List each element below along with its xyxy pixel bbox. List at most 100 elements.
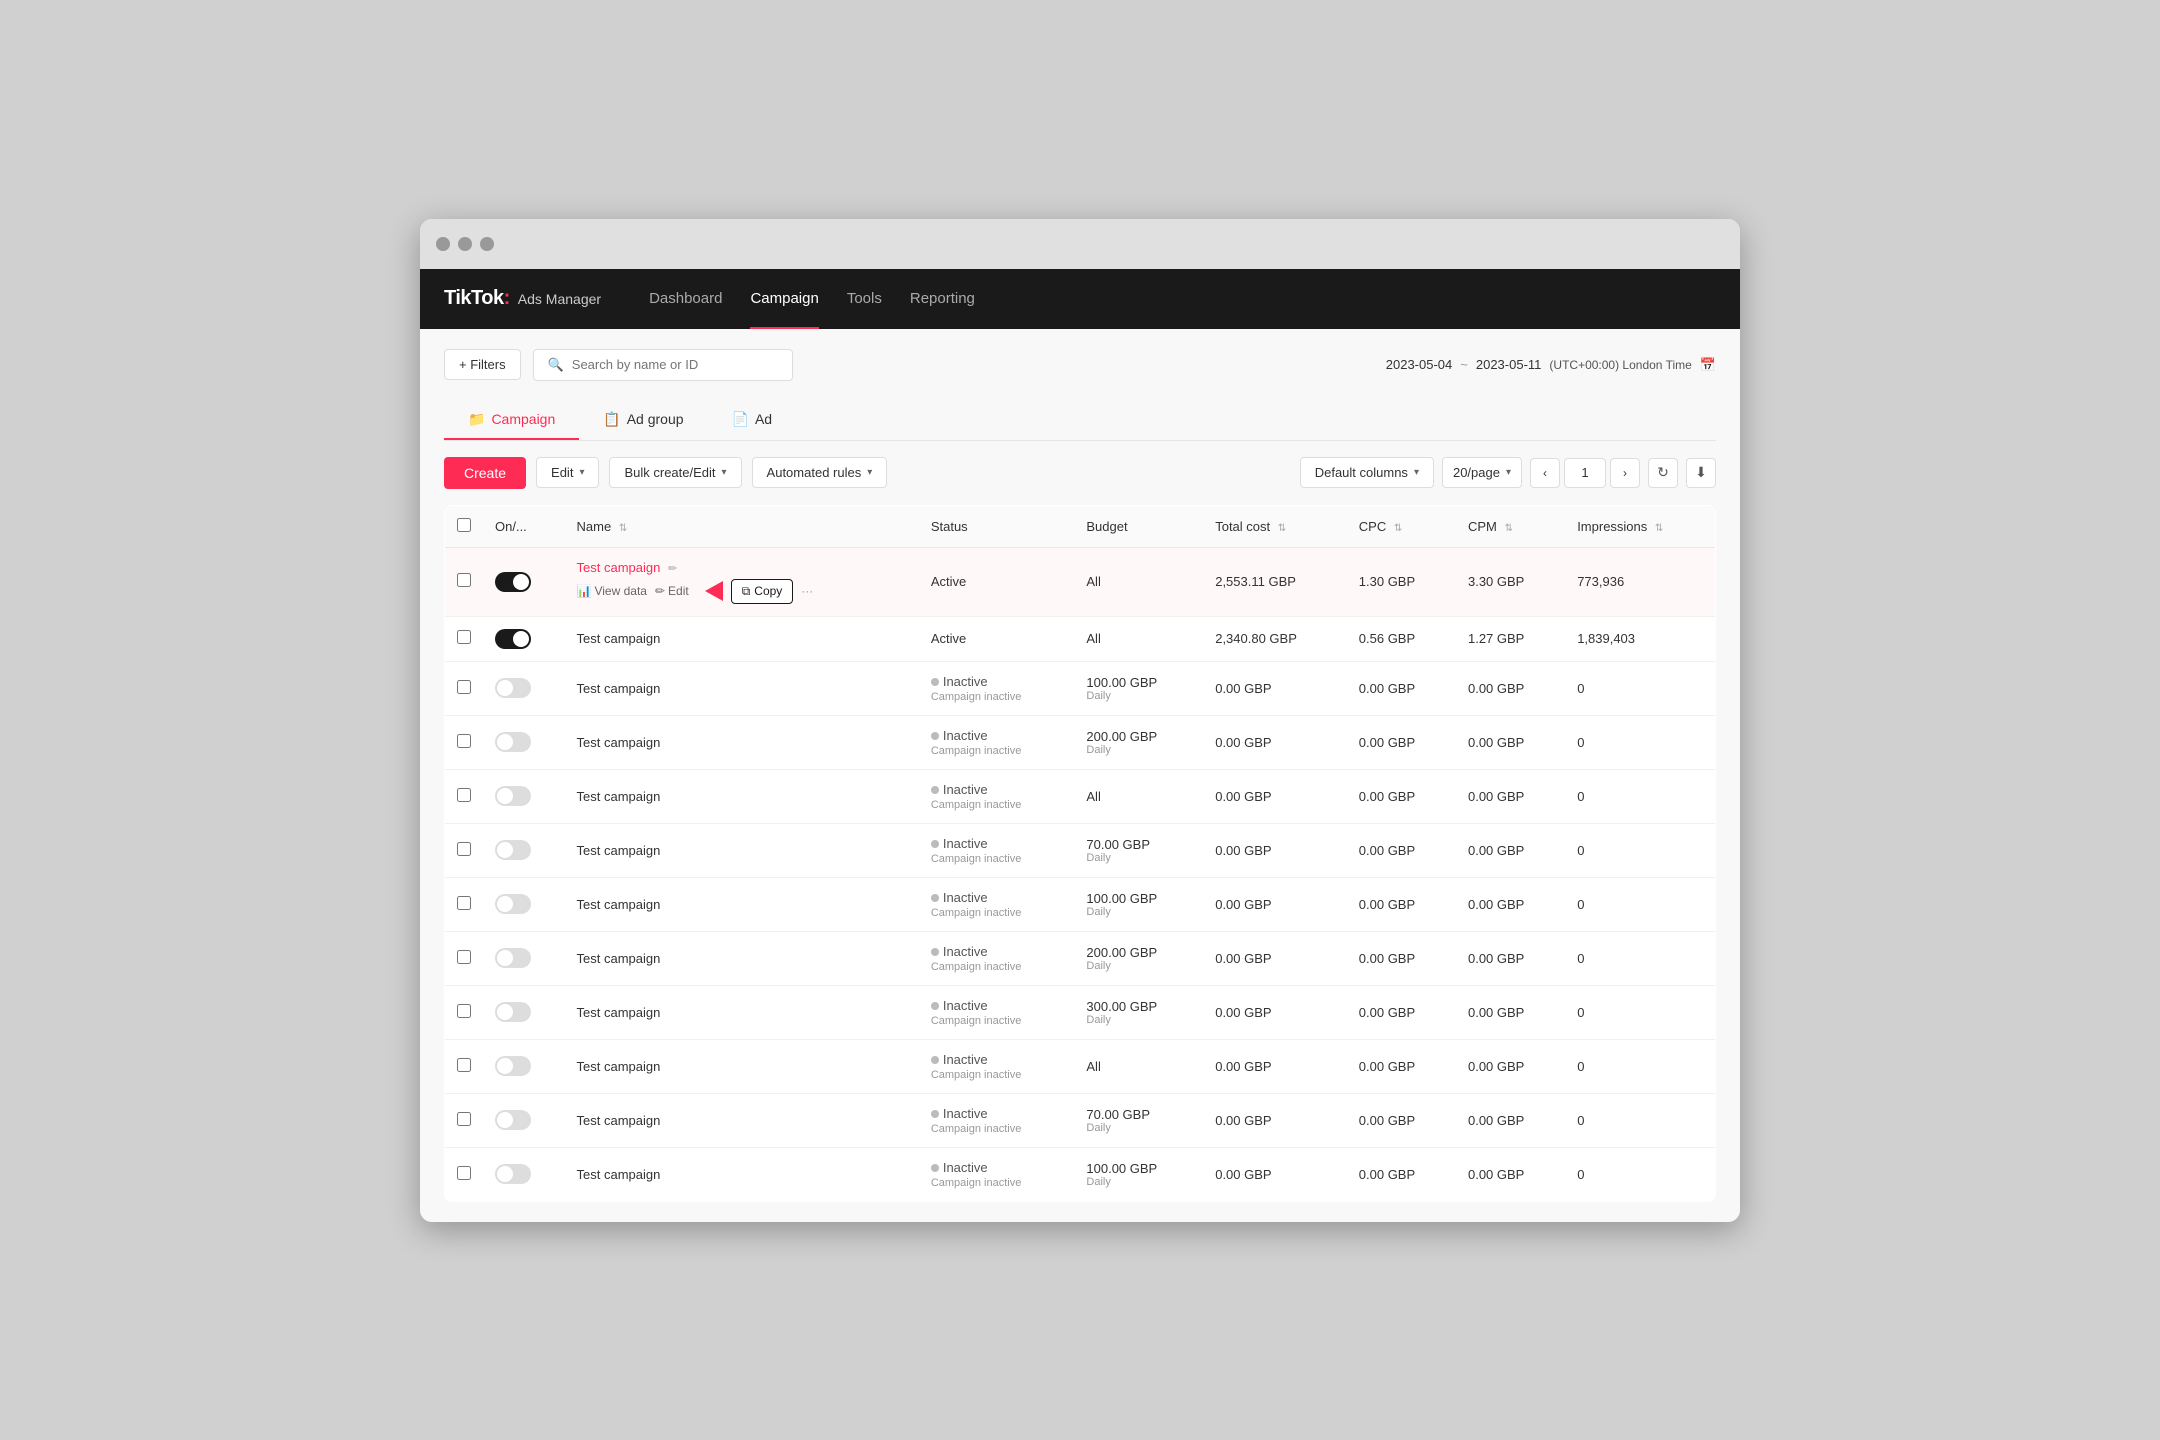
row9-checkbox[interactable] (457, 1004, 471, 1018)
row1-status: Active (931, 574, 966, 589)
prev-page-button[interactable]: ‹ (1530, 458, 1560, 488)
header-status: Status (919, 505, 1075, 547)
filters-button[interactable]: + Filters (444, 349, 521, 380)
search-input[interactable] (572, 357, 778, 372)
row4-checkbox[interactable] (457, 734, 471, 748)
row4-toggle[interactable] (495, 732, 531, 752)
row3-name[interactable]: Test campaign (577, 681, 661, 696)
tab-adgroup[interactable]: 📋 Ad group (579, 401, 707, 440)
row7-checkbox[interactable] (457, 896, 471, 910)
traffic-light-minimize[interactable] (458, 237, 472, 251)
pagination: ‹ 1 › (1530, 458, 1640, 488)
row1-checkbox[interactable] (457, 573, 471, 587)
row1-status-cell: Active (919, 547, 1075, 616)
row3-checkbox[interactable] (457, 680, 471, 694)
row9-name[interactable]: Test campaign (577, 1005, 661, 1020)
table-row: Test campaign InactiveCampaign inactive … (445, 769, 1716, 823)
date-end[interactable]: 2023-05-11 (1476, 357, 1542, 372)
nav-bar: TikTok: Ads Manager Dashboard Campaign T… (420, 269, 1740, 329)
bulk-create-edit-button[interactable]: Bulk create/Edit ▾ (609, 457, 741, 488)
row2-name-cell: Test campaign (565, 616, 919, 661)
row6-name[interactable]: Test campaign (577, 843, 661, 858)
default-columns-button[interactable]: Default columns ▾ (1300, 457, 1434, 488)
date-start[interactable]: 2023-05-04 (1386, 357, 1453, 372)
row2-total-cost: 2,340.80 GBP (1203, 616, 1347, 661)
nav-reporting[interactable]: Reporting (910, 286, 975, 311)
actions-row: Create Edit ▾ Bulk create/Edit ▾ Automat… (444, 457, 1716, 489)
automated-rules-button[interactable]: Automated rules ▾ (752, 457, 888, 488)
row1-edit-name-icon[interactable]: ✏ (668, 563, 677, 575)
row9-toggle[interactable] (495, 1002, 531, 1022)
row1-toggle-cell (483, 547, 565, 616)
table-row: Test campaign InactiveCampaign inactive … (445, 1147, 1716, 1201)
row12-checkbox[interactable] (457, 1166, 471, 1180)
row11-name[interactable]: Test campaign (577, 1113, 661, 1128)
row2-checkbox-cell[interactable] (445, 616, 484, 661)
row6-checkbox[interactable] (457, 842, 471, 856)
row5-toggle[interactable] (495, 786, 531, 806)
header-select-all[interactable] (445, 505, 484, 547)
calendar-icon[interactable]: 📅 (1700, 357, 1716, 373)
row2-cpm: 1.27 GBP (1456, 616, 1565, 661)
nav-campaign[interactable]: Campaign (750, 286, 818, 311)
row8-name[interactable]: Test campaign (577, 951, 661, 966)
bulk-chevron-icon: ▾ (722, 467, 727, 478)
row6-toggle[interactable] (495, 840, 531, 860)
table-row: Test campaign InactiveCampaign inactive … (445, 1093, 1716, 1147)
row5-checkbox[interactable] (457, 788, 471, 802)
header-name[interactable]: Name ⇅ (565, 505, 919, 547)
row8-toggle[interactable] (495, 948, 531, 968)
traffic-light-maximize[interactable] (480, 237, 494, 251)
header-impressions[interactable]: Impressions ⇅ (1565, 505, 1715, 547)
row1-campaign-name[interactable]: Test campaign (577, 560, 661, 575)
row1-checkbox-cell[interactable] (445, 547, 484, 616)
row1-copy-button[interactable]: ⧉ Copy (731, 579, 794, 604)
campaign-tab-icon: 📁 (468, 411, 485, 428)
row1-view-data-link[interactable]: 📊 View data (577, 584, 647, 598)
row1-more-icon[interactable]: ··· (801, 584, 813, 598)
nav-dashboard[interactable]: Dashboard (649, 286, 722, 311)
row4-name[interactable]: Test campaign (577, 735, 661, 750)
row10-toggle[interactable] (495, 1056, 531, 1076)
row2-campaign-name[interactable]: Test campaign (577, 631, 661, 646)
row3-toggle[interactable] (495, 678, 531, 698)
table-row: Test campaign InactiveCampaign inactive … (445, 715, 1716, 769)
row10-name[interactable]: Test campaign (577, 1059, 661, 1074)
export-button[interactable]: ⬇ (1686, 458, 1716, 488)
next-page-button[interactable]: › (1610, 458, 1640, 488)
row5-name[interactable]: Test campaign (577, 789, 661, 804)
row12-toggle[interactable] (495, 1164, 531, 1184)
header-cpc[interactable]: CPC ⇅ (1347, 505, 1456, 547)
refresh-button[interactable]: ↻ (1648, 458, 1678, 488)
name-sort-icon: ⇅ (619, 523, 627, 534)
row2-impressions: 1,839,403 (1565, 616, 1715, 661)
status-dot (931, 678, 939, 686)
per-page-button[interactable]: 20/page ▾ (1442, 457, 1522, 488)
traffic-light-close[interactable] (436, 237, 450, 251)
select-all-checkbox[interactable] (457, 518, 471, 532)
row8-checkbox[interactable] (457, 950, 471, 964)
row7-name[interactable]: Test campaign (577, 897, 661, 912)
header-cpm[interactable]: CPM ⇅ (1456, 505, 1565, 547)
row11-toggle[interactable] (495, 1110, 531, 1130)
row2-checkbox[interactable] (457, 630, 471, 644)
edit-button[interactable]: Edit ▾ (536, 457, 599, 488)
nav-items: Dashboard Campaign Tools Reporting (649, 286, 975, 311)
row10-checkbox[interactable] (457, 1058, 471, 1072)
status-dot (931, 948, 939, 956)
header-total-cost[interactable]: Total cost ⇅ (1203, 505, 1347, 547)
row2-toggle[interactable] (495, 629, 531, 649)
row1-toggle[interactable] (495, 572, 531, 592)
row2-cpc: 0.56 GBP (1347, 616, 1456, 661)
row7-toggle[interactable] (495, 894, 531, 914)
row1-edit-link[interactable]: ✏ Edit (655, 584, 689, 598)
table-row: Test campaign InactiveCampaign inactive … (445, 931, 1716, 985)
edit-label: Edit (551, 465, 573, 480)
row12-name[interactable]: Test campaign (577, 1167, 661, 1182)
create-button[interactable]: Create (444, 457, 526, 489)
tab-ad[interactable]: 📄 Ad (708, 401, 797, 440)
nav-tools[interactable]: Tools (847, 286, 882, 311)
row11-checkbox[interactable] (457, 1112, 471, 1126)
tab-campaign[interactable]: 📁 Campaign (444, 401, 579, 440)
brand-subtitle: Ads Manager (518, 291, 601, 307)
